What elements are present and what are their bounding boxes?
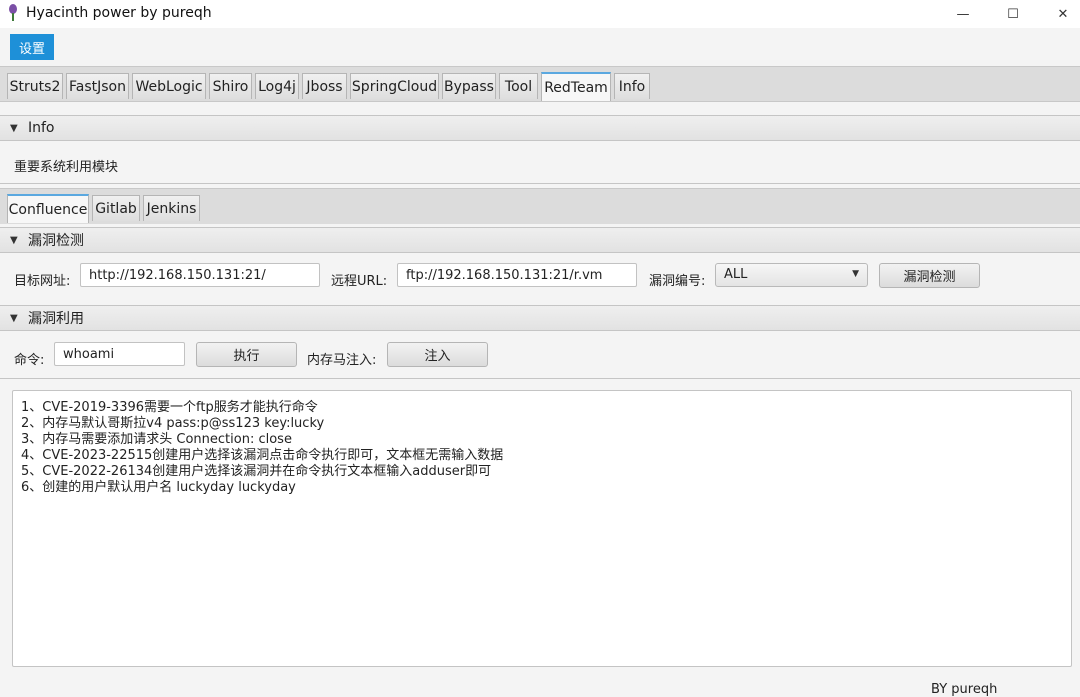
sub-tab-bar: Confluence Gitlab Jenkins xyxy=(0,188,1080,224)
chevron-down-icon: ▼ xyxy=(852,269,859,279)
info-section-title: Info xyxy=(28,120,55,136)
exploit-section-title: 漏洞利用 xyxy=(28,311,84,327)
vuln-id-select[interactable]: ALL ▼ xyxy=(715,263,868,287)
target-url-label: 目标网址: xyxy=(14,274,71,289)
collapse-arrow-icon: ▼ xyxy=(10,312,18,324)
tab-redteam[interactable]: RedTeam xyxy=(541,72,611,101)
subtab-confluence[interactable]: Confluence xyxy=(7,194,89,223)
target-url-input[interactable] xyxy=(80,263,320,287)
vuln-id-value: ALL xyxy=(724,267,748,282)
exploit-section-header[interactable]: ▼ 漏洞利用 xyxy=(0,305,1080,331)
vuln-detect-button[interactable]: 漏洞检测 xyxy=(879,263,980,288)
tab-tool[interactable]: Tool xyxy=(499,73,538,99)
detect-section-header[interactable]: ▼ 漏洞检测 xyxy=(0,227,1080,253)
exploit-row: 命令: 执行 内存马注入: 注入 xyxy=(0,331,1080,379)
inject-button[interactable]: 注入 xyxy=(387,342,488,367)
memshell-label: 内存马注入: xyxy=(307,353,377,368)
collapse-arrow-icon: ▼ xyxy=(10,122,18,134)
remote-url-label: 远程URL: xyxy=(331,274,388,289)
footer-credit: BY pureqh xyxy=(931,682,998,697)
info-section-header[interactable]: ▼ Info xyxy=(0,115,1080,141)
tab-fastjson[interactable]: FastJson xyxy=(66,73,129,99)
tab-log4j[interactable]: Log4j xyxy=(255,73,299,99)
detect-section-title: 漏洞检测 xyxy=(28,233,84,249)
collapse-arrow-icon: ▼ xyxy=(10,234,18,246)
info-section-body: 重要系统利用模块 xyxy=(0,142,1080,184)
main-tab-bar: Struts2 FastJson WebLogic Shiro Log4j Jb… xyxy=(0,66,1080,102)
tab-shiro[interactable]: Shiro xyxy=(209,73,252,99)
menu-bar: 设置 xyxy=(0,28,1080,64)
info-description: 重要系统利用模块 xyxy=(14,160,119,175)
output-textarea[interactable]: 1、CVE-2019-3396需要一个ftp服务才能执行命令 2、内存马默认哥斯… xyxy=(12,390,1072,667)
subtab-jenkins[interactable]: Jenkins xyxy=(143,195,200,221)
tab-weblogic[interactable]: WebLogic xyxy=(132,73,206,99)
tab-jboss[interactable]: Jboss xyxy=(302,73,347,99)
tab-springcloud[interactable]: SpringCloud xyxy=(350,73,439,99)
vuln-id-label: 漏洞编号: xyxy=(649,274,706,289)
window-title: Hyacinth power by pureqh xyxy=(26,5,212,21)
hyacinth-app-icon xyxy=(9,4,17,21)
tab-info[interactable]: Info xyxy=(614,73,650,99)
minimize-icon[interactable]: — xyxy=(940,0,986,28)
command-label: 命令: xyxy=(14,353,45,368)
settings-menu[interactable]: 设置 xyxy=(10,34,54,60)
title-bar: Hyacinth power by pureqh — ☐ ✕ xyxy=(0,0,1080,28)
maximize-icon[interactable]: ☐ xyxy=(990,0,1036,28)
execute-button[interactable]: 执行 xyxy=(196,342,297,367)
detect-row: 目标网址: 远程URL: 漏洞编号: ALL ▼ 漏洞检测 xyxy=(0,253,1080,303)
subtab-gitlab[interactable]: Gitlab xyxy=(92,195,140,221)
tab-bypass[interactable]: Bypass xyxy=(442,73,496,99)
output-line: 6、创建的用户默认用户名 luckyday luckyday xyxy=(21,480,296,495)
remote-url-input[interactable] xyxy=(397,263,637,287)
tab-struts2[interactable]: Struts2 xyxy=(7,73,63,99)
command-input[interactable] xyxy=(54,342,185,366)
close-icon[interactable]: ✕ xyxy=(1040,0,1080,28)
